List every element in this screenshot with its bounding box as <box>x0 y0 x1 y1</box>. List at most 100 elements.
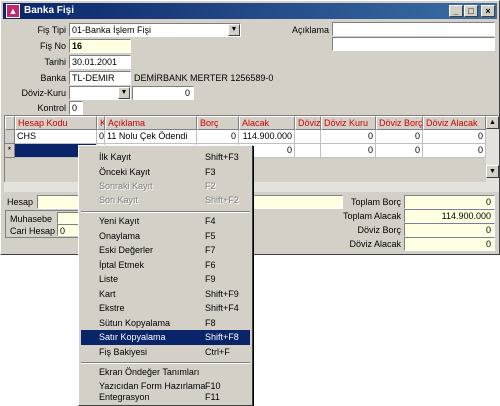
menu-item-label: Ekran Öndeğer Tanımları <box>99 367 200 377</box>
chevron-down-icon[interactable]: ▼ <box>228 24 240 36</box>
menu-item-liste[interactable]: Liste F9 <box>81 272 250 287</box>
kontrol-label: Kontrol <box>37 103 66 113</box>
menu-item-label: Onaylama <box>99 231 141 241</box>
toplam-borc-label: Toplam Borç <box>350 197 401 207</box>
menu-item-shortcut: F3 <box>205 167 216 177</box>
fis-tipi-value: 01-Banka İşlem Fişi <box>72 25 152 35</box>
table-cell-borc[interactable]: 0 <box>197 130 239 144</box>
table-cell-doviz-kuru[interactable]: 0 <box>321 130 376 144</box>
close-button[interactable]: × <box>481 5 495 17</box>
menu-item-label: Entegrasyon <box>99 392 150 402</box>
menu-item-eski-degerler[interactable]: Eski Değerler F7 <box>81 243 250 258</box>
menu-item-label: Önceki Kayıt <box>99 167 151 177</box>
col-doviz-alacak[interactable]: Döviz Alacak <box>423 116 486 130</box>
table-cell-doviz-alacak[interactable]: 0 <box>423 130 486 144</box>
banka-name: DEMİRBANK MERTER 1256589-0 <box>134 73 274 83</box>
menu-item-yeni-kayit[interactable]: Yeni Kayıt F4 <box>81 214 250 229</box>
menu-item-ilk-kayit[interactable]: İlk Kayıt Shift+F3 <box>81 150 250 165</box>
aciklama-field-2[interactable] <box>332 37 495 51</box>
menu-item-label: Sonraki Kayıt <box>99 181 153 191</box>
col-borc[interactable]: Borç <box>197 116 239 130</box>
table-cell-doviz-kuru[interactable]: 0 <box>321 144 376 158</box>
menu-item-kart[interactable]: Kart Shift+F9 <box>81 287 250 302</box>
toplam-borc-field: 0 <box>404 195 495 209</box>
col-hesap-kodu[interactable]: Hesap Kodu <box>15 116 97 130</box>
menu-item-label: Yeni Kayıt <box>99 216 140 226</box>
menu-item-iptal-etmek[interactable]: İptal Etmek F6 <box>81 258 250 273</box>
menu-item-shortcut: Shift+F3 <box>205 152 239 162</box>
menu-item-shortcut: F4 <box>205 216 216 226</box>
doviz-borc-field: 0 <box>404 223 495 237</box>
grid-corner <box>5 116 15 130</box>
menu-item-label: İlk Kayıt <box>99 152 132 162</box>
cari-hesap-label: Cari Hesap <box>10 226 56 236</box>
bank-voucher-icon: ▲ <box>6 4 20 18</box>
menu-item-shortcut: F11 <box>205 392 220 402</box>
table-cell-hesap-kodu[interactable]: CHS <box>15 130 97 144</box>
row-indicator: * <box>5 144 15 158</box>
minimize-button[interactable]: _ <box>449 5 463 17</box>
window-title: Banka Fişi <box>24 5 75 16</box>
vertical-scrollbar[interactable]: ▲ ▼ <box>486 116 499 192</box>
menu-separator <box>81 211 250 213</box>
table-cell-alacak[interactable]: 114.900.000 <box>239 130 295 144</box>
col-k[interactable]: K <box>97 116 105 130</box>
fis-no-label: Fiş No <box>39 41 66 51</box>
menu-item-onaylama[interactable]: Onaylama F5 <box>81 229 250 244</box>
menu-item-satir-kopyalama[interactable]: Satır Kopyalama Shift+F8 <box>81 330 250 345</box>
doviz-borc-label: Döviz Borç <box>357 225 401 235</box>
menu-item-ekstre[interactable]: Ekstre Shift+F4 <box>81 301 250 316</box>
scroll-down-icon[interactable]: ▼ <box>486 165 499 178</box>
table-cell-aciklama[interactable]: 11 Nolu Çek Ödendi <box>105 130 197 144</box>
aciklama-field-1[interactable] <box>332 22 495 36</box>
menu-item-shortcut: F7 <box>205 245 216 255</box>
row-indicator <box>5 130 15 144</box>
kontrol-field[interactable]: 0 <box>69 101 83 115</box>
menu-item-ekran-ondeger[interactable]: Ekran Öndeğer Tanımları <box>81 365 250 380</box>
col-doviz-kuru[interactable]: Döviz Kuru <box>321 116 376 130</box>
menu-item-label: Liste <box>99 274 119 284</box>
menu-item-shortcut: F6 <box>205 260 216 270</box>
table-cell-doviz-alacak[interactable]: 0 <box>423 144 486 158</box>
tarihi-field[interactable]: 30.01.2001 <box>69 55 131 69</box>
menu-item-label: Ekstre <box>99 303 125 313</box>
banka-code-field[interactable]: TL-DEMIR <box>69 71 131 85</box>
menu-item-entegrasyon[interactable]: Entegrasyon F11 <box>81 390 250 405</box>
table-cell-doviz-borc[interactable]: 0 <box>376 130 423 144</box>
col-doviz-borc[interactable]: Döviz Borç <box>376 116 423 130</box>
menu-item-shortcut: F2 <box>205 181 216 191</box>
menu-item-label: Son Kayıt <box>99 195 139 205</box>
col-alacak[interactable]: Alacak <box>239 116 295 130</box>
table-cell-k[interactable]: 0 <box>97 130 105 144</box>
menu-item-label: Sütun Kopyalama <box>99 318 171 328</box>
fis-no-field[interactable]: 16 <box>69 39 131 53</box>
muhasebe-label: Muhasebe <box>10 214 53 224</box>
table-cell-doviz[interactable] <box>295 144 321 158</box>
menu-item-sutun-kopyalama[interactable]: Sütun Kopyalama F8 <box>81 316 250 331</box>
menu-item-onceki-kayit[interactable]: Önceki Kayıt F3 <box>81 165 250 180</box>
menu-item-label: Eski Değerler <box>99 245 154 255</box>
scroll-up-icon[interactable]: ▲ <box>486 116 499 129</box>
doviz-currency-select[interactable]: ▼ <box>69 86 131 100</box>
col-aciklama[interactable]: Açıklama <box>105 116 197 130</box>
menu-item-label: Satır Kopyalama <box>99 332 166 342</box>
doviz-rate-field[interactable]: 0 <box>132 86 194 100</box>
menu-item-fis-bakiyesi[interactable]: Fiş Bakiyesi Ctrl+F <box>81 345 250 360</box>
aciklama-label: Açıklama <box>291 25 329 35</box>
table-cell-doviz-borc[interactable]: 0 <box>376 144 423 158</box>
table-cell-doviz[interactable] <box>295 130 321 144</box>
toplam-alacak-field: 114.900.000 <box>404 209 495 223</box>
menu-item-shortcut: F9 <box>205 274 216 284</box>
menu-item-son-kayit: Son Kayıt Shift+F2 <box>81 193 250 208</box>
menu-item-label: İptal Etmek <box>99 260 145 270</box>
menu-item-shortcut: F5 <box>205 231 216 241</box>
title-bar[interactable]: ▲ Banka Fişi _ □ × <box>3 3 497 19</box>
maximize-button[interactable]: □ <box>464 5 478 17</box>
chevron-down-icon[interactable]: ▼ <box>118 87 130 99</box>
fis-tipi-select[interactable]: 01-Banka İşlem Fişi ▼ <box>69 23 241 37</box>
menu-item-shortcut: Shift+F4 <box>205 303 239 313</box>
col-doviz[interactable]: Döviz <box>295 116 321 130</box>
menu-item-label: Kart <box>99 289 116 299</box>
doviz-alacak-label: Döviz Alacak <box>349 239 401 249</box>
toplam-alacak-label: Toplam Alacak <box>342 211 401 221</box>
